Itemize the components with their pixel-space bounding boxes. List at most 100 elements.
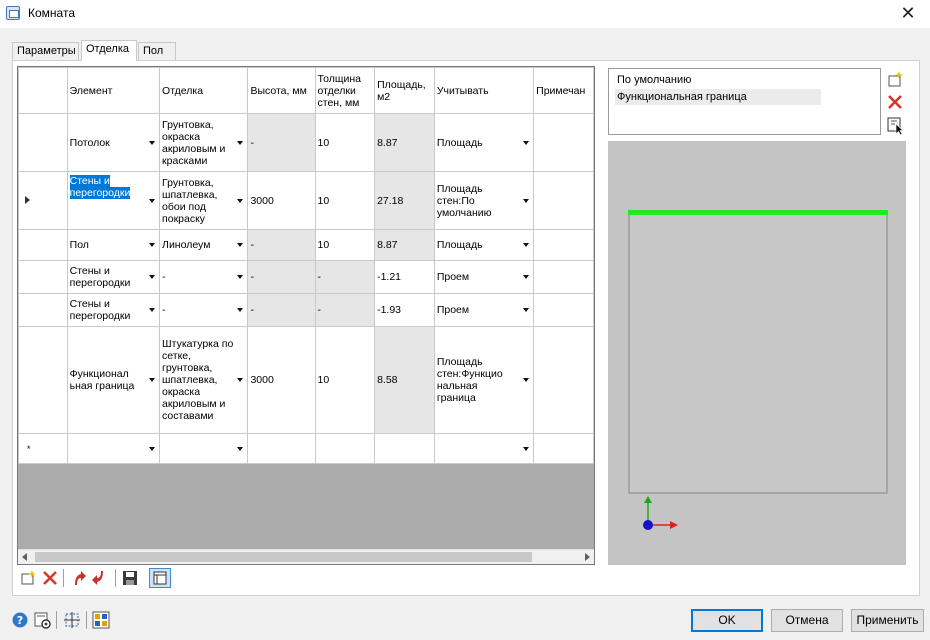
row-header[interactable] (18, 171, 68, 230)
consider-cell[interactable]: Проем (433, 260, 535, 294)
height-cell[interactable]: 3000 (247, 326, 316, 434)
contour-list[interactable]: По умолчанию Функциональная граница (608, 68, 881, 135)
horizontal-scrollbar[interactable] (18, 549, 594, 564)
room-preview[interactable] (608, 141, 906, 565)
help-icon[interactable]: ? (11, 611, 29, 629)
table-row[interactable]: Стены и перегородки - - - -1.21 Проем (18, 260, 594, 294)
dropdown-arrow-icon[interactable] (149, 198, 156, 203)
dropdown-arrow-icon[interactable] (149, 243, 156, 247)
add-contour-icon[interactable] (885, 69, 905, 89)
pick-object-icon[interactable] (63, 611, 81, 629)
consider-cell[interactable]: Площадь стен:По умолчанию (433, 171, 535, 230)
table-row[interactable]: Стены и перегородки - - - -1.93 Проем (18, 293, 594, 327)
tab-finishing[interactable]: Отделка (81, 40, 137, 61)
finish-cell[interactable]: - (159, 293, 249, 327)
height-cell[interactable] (247, 433, 316, 464)
finish-cell[interactable]: Грунтовка, окраска акриловым и красками (159, 113, 249, 172)
dropdown-arrow-icon[interactable] (237, 378, 244, 382)
note-cell[interactable] (533, 229, 594, 261)
column-header-thickness[interactable]: Толщина отделки стен, мм (314, 67, 376, 114)
table-view-icon[interactable] (149, 568, 171, 588)
column-header-consider[interactable]: Учитывать (433, 67, 535, 114)
tab-floor[interactable]: Пол (138, 42, 176, 61)
edit-contour-icon[interactable] (885, 115, 905, 135)
delete-row-icon[interactable] (41, 569, 59, 587)
thickness-cell[interactable]: - (314, 260, 376, 294)
dropdown-arrow-icon[interactable] (237, 243, 244, 247)
row-header[interactable] (18, 229, 68, 261)
dropdown-arrow-icon[interactable] (237, 140, 244, 145)
dropdown-arrow-icon[interactable] (237, 308, 244, 312)
table-row[interactable]: Стены и перегородки Грунтовка, шпатлевка… (18, 171, 594, 230)
height-cell[interactable]: 3000 (247, 171, 316, 230)
settings-icon[interactable] (33, 611, 51, 629)
note-cell[interactable] (533, 171, 594, 230)
consider-cell[interactable]: Проем (433, 293, 535, 327)
element-cell[interactable]: Стены и перегородки (66, 293, 161, 327)
column-header-area[interactable]: Площадь, м2 (374, 67, 435, 114)
finish-cell[interactable]: Штукатурка по сетке, грунтовка, шпатлевк… (159, 326, 249, 434)
list-item[interactable]: По умолчанию (615, 72, 691, 88)
scroll-right-icon[interactable] (585, 553, 590, 561)
dropdown-arrow-icon[interactable] (149, 275, 156, 279)
note-cell[interactable] (533, 113, 594, 172)
thickness-cell[interactable]: 10 (314, 229, 376, 261)
dropdown-arrow-icon[interactable] (523, 275, 530, 279)
height-cell[interactable]: - (247, 229, 316, 261)
dropdown-arrow-icon[interactable] (523, 378, 530, 382)
consider-cell[interactable] (433, 433, 535, 464)
finish-cell[interactable]: Линолеум (159, 229, 249, 261)
column-header-finish[interactable]: Отделка (159, 67, 249, 114)
element-cell[interactable] (66, 433, 161, 464)
finish-cell[interactable]: Грунтовка, шпатлевка, обои под покраску (159, 171, 249, 230)
layout-icon[interactable] (92, 611, 110, 629)
dropdown-arrow-icon[interactable] (523, 198, 530, 203)
dropdown-arrow-icon[interactable] (523, 308, 530, 312)
dropdown-arrow-icon[interactable] (523, 243, 530, 247)
height-cell[interactable]: - (247, 293, 316, 327)
move-down-icon[interactable] (91, 569, 109, 587)
note-cell[interactable] (533, 326, 594, 434)
element-cell[interactable]: Пол (66, 229, 161, 261)
dropdown-arrow-icon[interactable] (237, 198, 244, 203)
column-header-height[interactable]: Высота, мм (247, 67, 316, 114)
thickness-cell[interactable]: 10 (314, 326, 376, 434)
thickness-cell[interactable] (314, 433, 376, 464)
element-cell[interactable]: Потолок (66, 113, 161, 172)
table-row[interactable]: Пол Линолеум - 10 8.87 Площадь (18, 229, 594, 261)
column-header-element[interactable]: Элемент (66, 67, 161, 114)
add-row-icon[interactable] (19, 569, 37, 587)
row-header[interactable] (18, 293, 68, 327)
thickness-cell[interactable]: 10 (314, 171, 376, 230)
height-cell[interactable]: - (247, 113, 316, 172)
consider-cell[interactable]: Площадь стен:Функцио нальная граница (433, 326, 535, 434)
row-header[interactable] (18, 326, 68, 434)
note-cell[interactable] (533, 293, 594, 327)
delete-contour-icon[interactable] (885, 92, 905, 112)
height-cell[interactable]: - (247, 260, 316, 294)
column-header-note[interactable]: Примечан (533, 67, 594, 114)
close-button[interactable]: ✕ (886, 0, 930, 28)
thickness-cell[interactable]: - (314, 293, 376, 327)
element-cell[interactable]: Функционал ьная граница (66, 326, 161, 434)
save-icon[interactable] (121, 569, 139, 587)
row-header[interactable] (18, 113, 68, 172)
dropdown-arrow-icon[interactable] (149, 140, 156, 145)
dropdown-arrow-icon[interactable] (149, 378, 156, 382)
finish-cell[interactable]: - (159, 260, 249, 294)
table-row[interactable]: Потолок Грунтовка, окраска акриловым и к… (18, 113, 594, 172)
tab-parameters[interactable]: Параметры (12, 42, 79, 61)
list-item[interactable]: Функциональная граница (615, 89, 821, 105)
consider-cell[interactable]: Площадь (433, 113, 535, 172)
scroll-left-icon[interactable] (22, 553, 27, 561)
row-header[interactable] (18, 260, 68, 294)
finish-cell[interactable] (159, 433, 249, 464)
row-header[interactable]: * (18, 433, 68, 464)
thickness-cell[interactable]: 10 (314, 113, 376, 172)
table-row[interactable]: Функционал ьная граница Штукатурка по се… (18, 326, 594, 434)
move-up-icon[interactable] (69, 569, 87, 587)
dropdown-arrow-icon[interactable] (237, 275, 244, 279)
element-cell[interactable]: Стены и перегородки (66, 171, 161, 230)
note-cell[interactable] (533, 260, 594, 294)
note-cell[interactable] (533, 433, 594, 464)
